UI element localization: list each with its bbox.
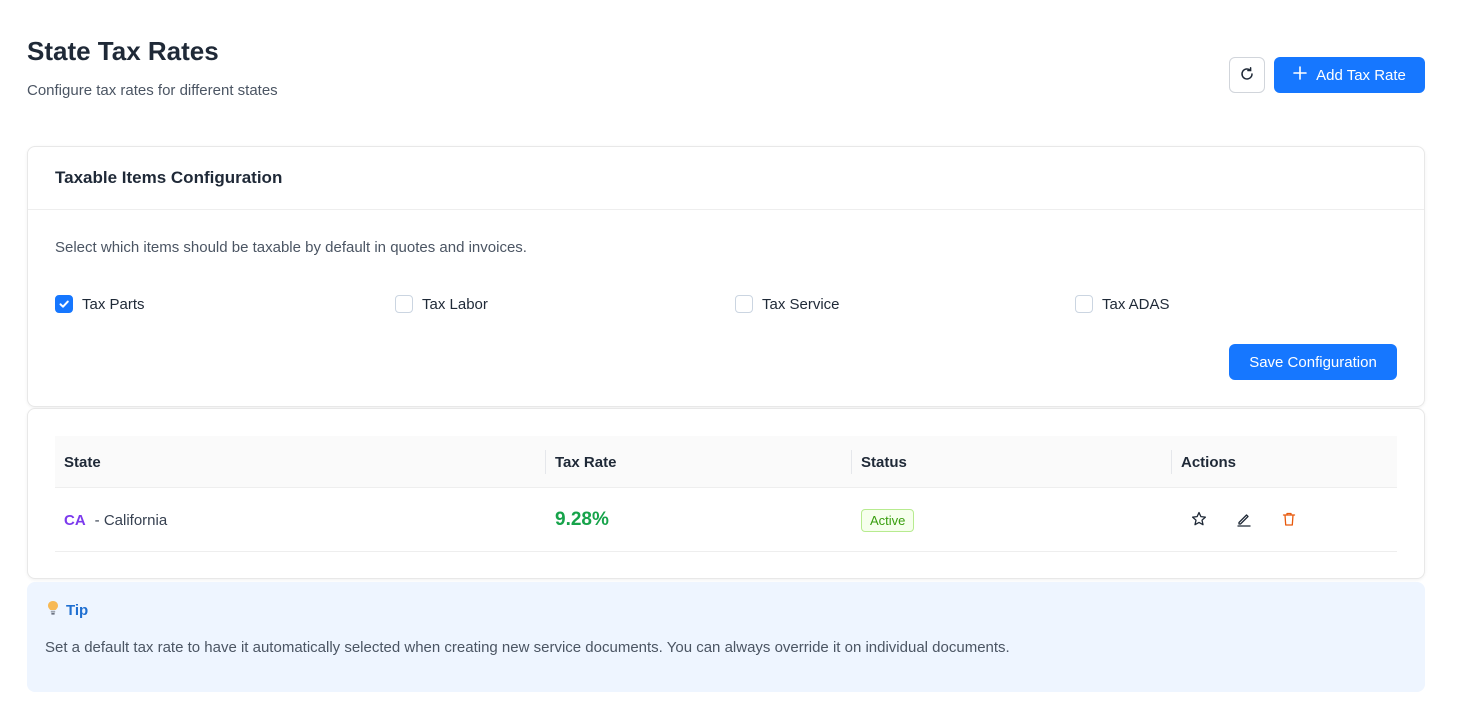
state-code: CA	[64, 511, 86, 529]
tax-rates-table-card: State Tax Rate Status Actions CA - Calif…	[27, 408, 1425, 579]
table-row: CA - California 9.28% Active	[55, 488, 1397, 552]
state-name: - California	[94, 511, 168, 529]
refresh-icon	[1239, 66, 1255, 85]
tax-rate-value: 9.28%	[555, 509, 609, 530]
page-title: State Tax Rates	[27, 36, 219, 66]
checkbox-label: Tax Parts	[82, 295, 145, 313]
lightbulb-icon	[47, 600, 59, 620]
tip-header: Tip	[47, 600, 88, 620]
delete-icon	[1282, 512, 1296, 526]
checkbox-tax-labor[interactable]: Tax Labor	[395, 295, 488, 313]
checkbox-unchecked[interactable]	[395, 295, 413, 313]
checkbox-label: Tax Service	[762, 295, 840, 313]
table-header: State Tax Rate Status Actions	[55, 436, 1397, 488]
tax-rate-cell: 9.28%	[555, 488, 609, 552]
add-tax-rate-button[interactable]: Add Tax Rate	[1274, 57, 1425, 93]
state-cell: CA - California	[64, 488, 167, 552]
page-header: State Tax Rates Configure tax rates for …	[27, 36, 278, 99]
checkbox-tax-service[interactable]: Tax Service	[735, 295, 840, 313]
tip-title: Tip	[66, 601, 89, 619]
column-divider	[545, 450, 546, 474]
set-default-button[interactable]	[1188, 508, 1210, 530]
star-icon	[1191, 511, 1207, 526]
tip-box: Tip Set a default tax rate to have it au…	[27, 582, 1425, 692]
checkbox-checked[interactable]	[55, 295, 73, 313]
status-badge: Active	[861, 508, 915, 532]
edit-button[interactable]	[1233, 508, 1255, 530]
taxable-items-card: Taxable Items Configuration Select which…	[27, 146, 1425, 407]
checkbox-tax-parts[interactable]: Tax Parts	[55, 295, 145, 313]
checkbox-label: Tax Labor	[422, 295, 488, 313]
column-header-tax-rate: Tax Rate	[555, 453, 617, 471]
page-subtitle: Configure tax rates for different states	[27, 82, 278, 99]
delete-button[interactable]	[1278, 508, 1300, 530]
checkbox-unchecked[interactable]	[1075, 295, 1093, 313]
taxable-items-card-title: Taxable Items Configuration	[28, 147, 1424, 210]
checkbox-unchecked[interactable]	[735, 295, 753, 313]
checkmark-icon	[59, 300, 69, 308]
taxable-items-description: Select which items should be taxable by …	[55, 239, 527, 256]
column-divider	[851, 450, 852, 474]
refresh-button[interactable]	[1229, 57, 1265, 93]
edit-icon	[1237, 514, 1251, 527]
checkbox-label: Tax ADAS	[1102, 295, 1170, 313]
plus-icon	[1293, 66, 1307, 84]
column-header-status: Status	[861, 453, 907, 471]
column-header-state: State	[64, 453, 101, 471]
tip-text: Set a default tax rate to have it automa…	[45, 639, 1010, 656]
column-header-actions: Actions	[1181, 453, 1237, 471]
status-cell: Active	[861, 488, 915, 552]
checkbox-tax-adas[interactable]: Tax ADAS	[1075, 295, 1170, 313]
add-tax-rate-label: Add Tax Rate	[1316, 66, 1406, 84]
column-divider	[1171, 450, 1172, 474]
save-configuration-button[interactable]: Save Configuration	[1229, 344, 1397, 380]
